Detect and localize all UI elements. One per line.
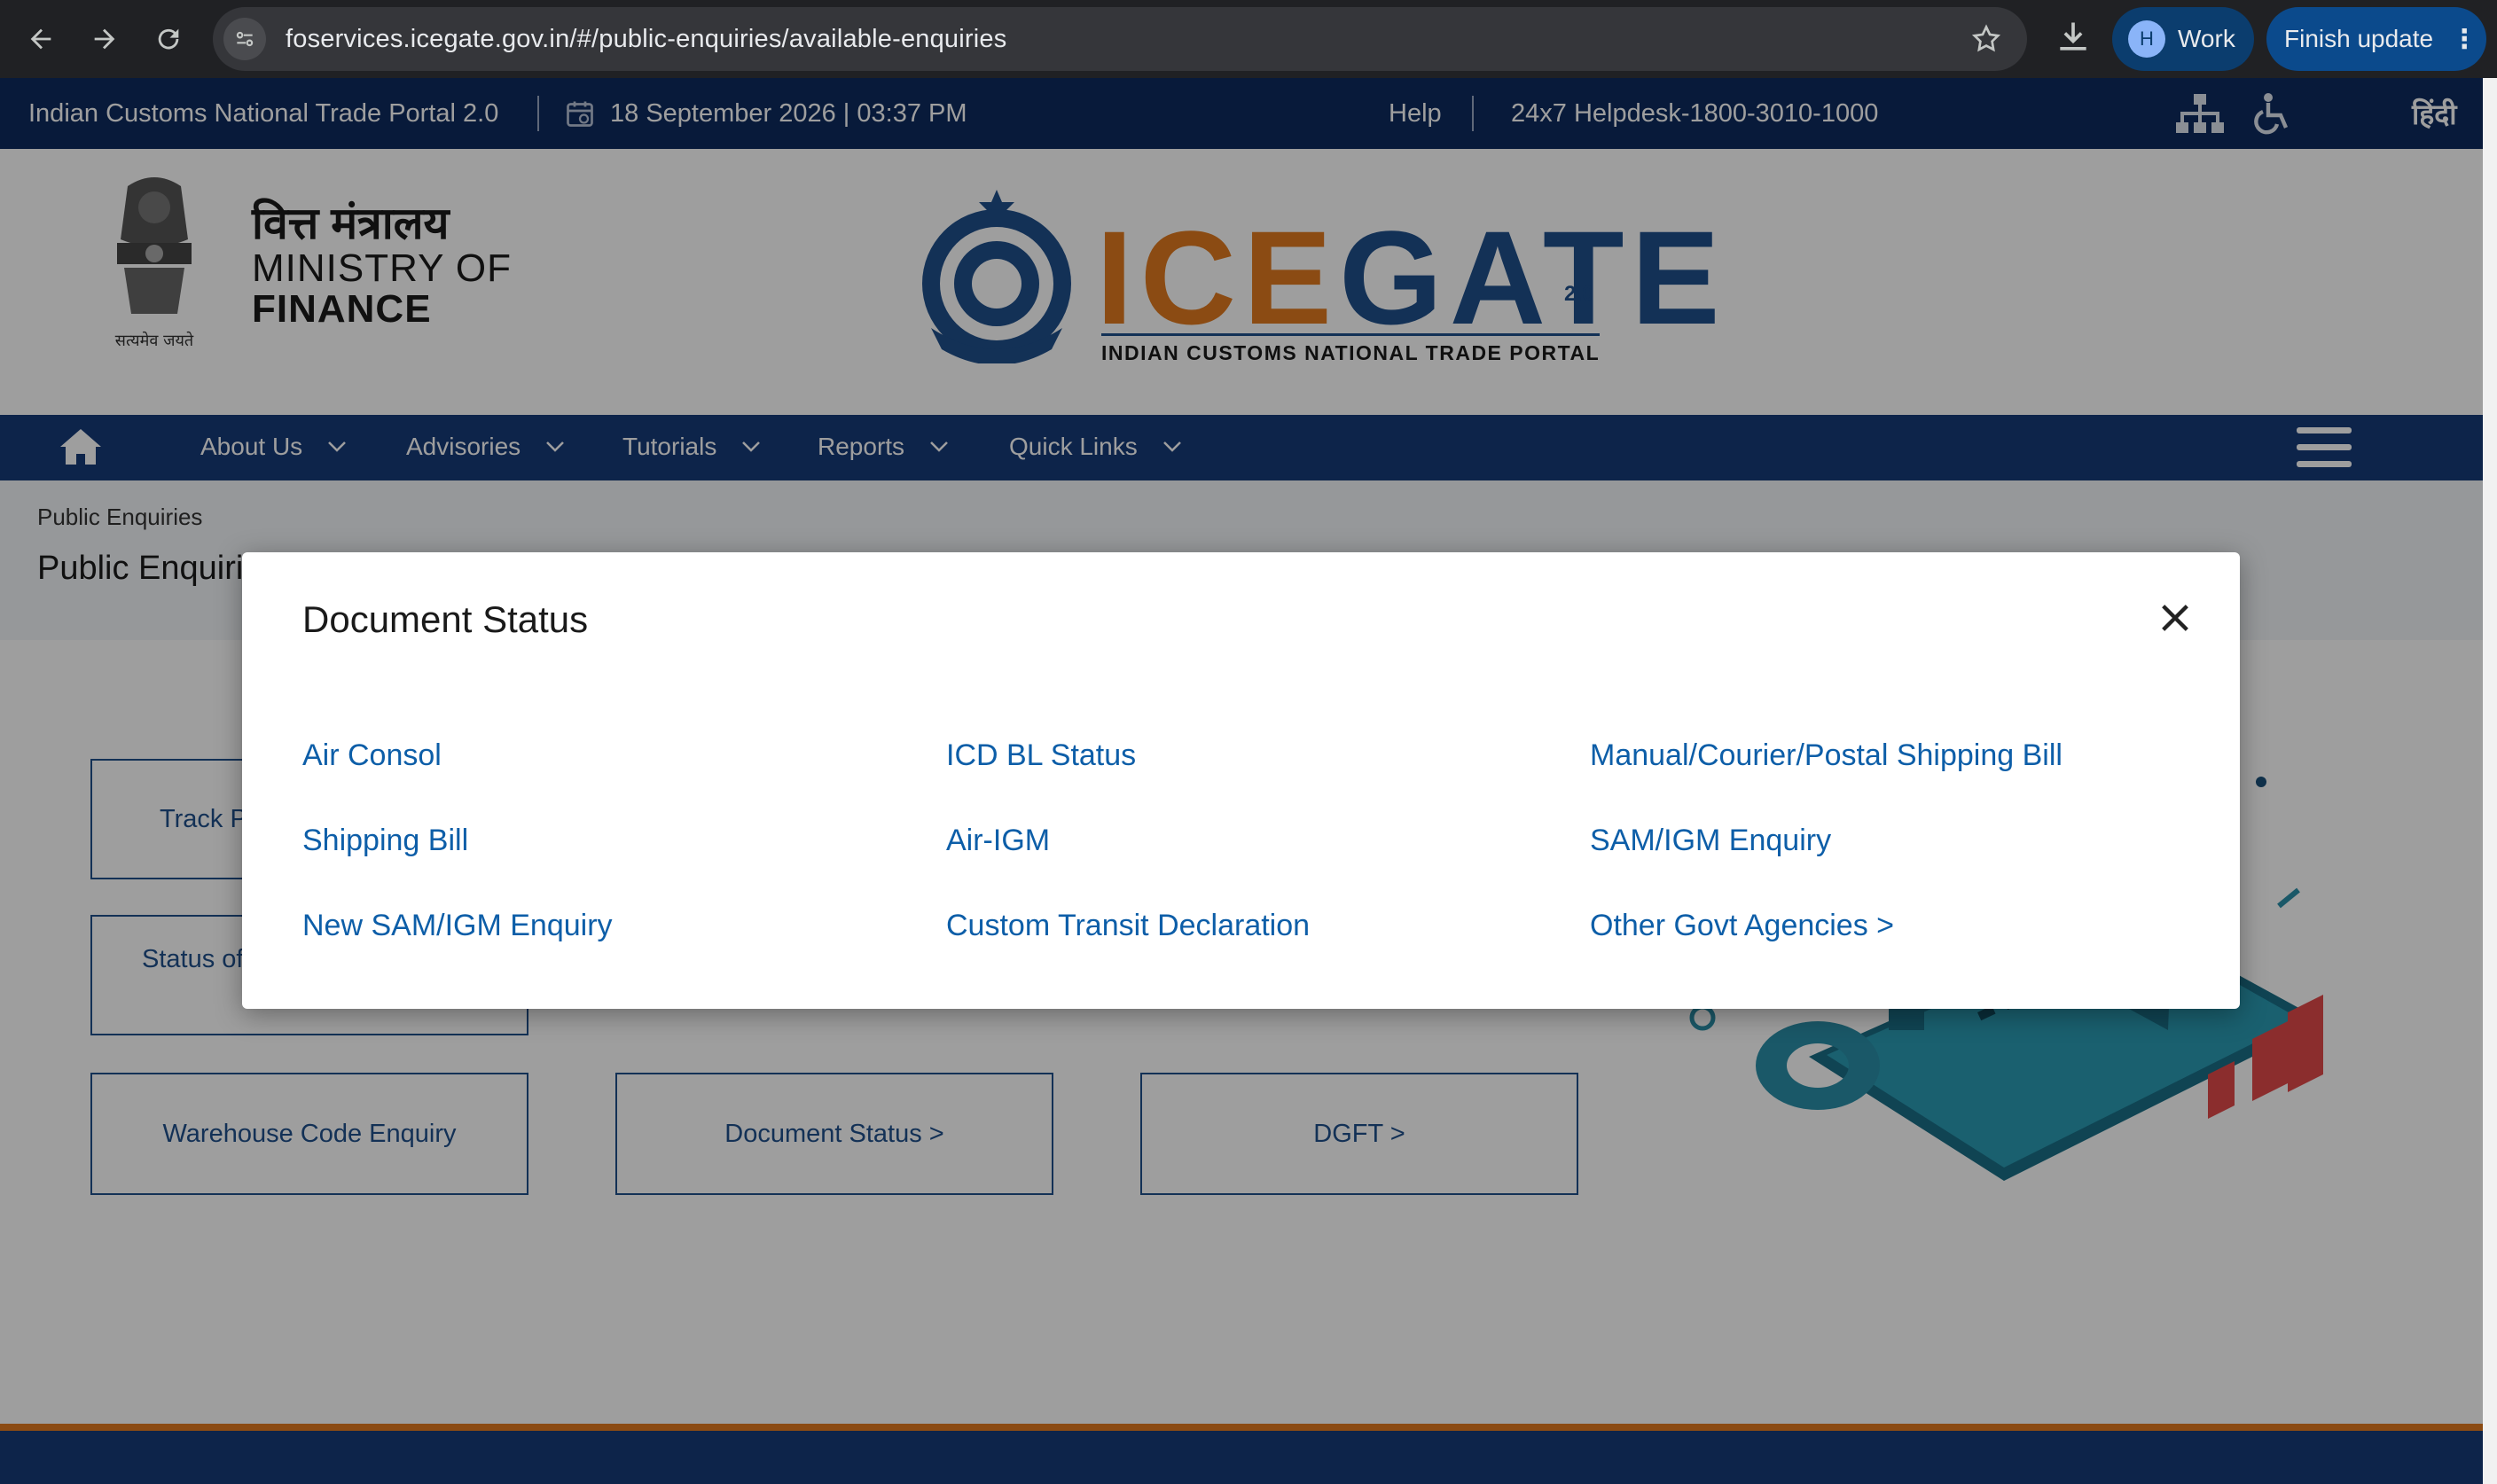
- bookmark-star-icon[interactable]: [1970, 23, 2002, 55]
- close-icon[interactable]: [2157, 600, 2193, 636]
- page-scrollbar[interactable]: [2483, 78, 2497, 1484]
- link-air-consol[interactable]: Air Consol: [302, 738, 442, 773]
- more-menu-icon[interactable]: ⋮: [2451, 24, 2477, 55]
- url-text[interactable]: foservices.icegate.gov.in/#/public-enqui…: [286, 25, 1006, 54]
- profile-label: Work: [2178, 25, 2235, 52]
- site-info-icon[interactable]: [223, 18, 266, 60]
- link-manual-courier-postal-shipping-bill[interactable]: Manual/Courier/Postal Shipping Bill: [1590, 738, 2063, 773]
- finish-update-button[interactable]: Finish update ⋮: [2266, 7, 2486, 71]
- avatar: H: [2128, 20, 2165, 58]
- link-custom-transit-declaration[interactable]: Custom Transit Declaration: [946, 909, 1310, 943]
- link-air-igm[interactable]: Air-IGM: [946, 824, 1050, 858]
- document-status-modal: Document Status Air Consol ICD BL Status…: [242, 552, 2240, 1009]
- modal-title: Document Status: [302, 598, 589, 640]
- address-bar[interactable]: foservices.icegate.gov.in/#/public-enqui…: [213, 7, 2027, 71]
- back-button[interactable]: [9, 7, 73, 71]
- link-icd-bl-status[interactable]: ICD BL Status: [946, 738, 1136, 773]
- forward-button[interactable]: [73, 7, 137, 71]
- forward-arrow-icon: [94, 28, 115, 50]
- link-new-sam-igm-enquiry[interactable]: New SAM/IGM Enquiry: [302, 909, 613, 943]
- link-other-govt-agencies[interactable]: Other Govt Agencies >: [1590, 909, 1894, 943]
- profile-button[interactable]: H Work: [2112, 7, 2254, 71]
- reload-icon: [158, 28, 179, 50]
- back-arrow-icon: [30, 28, 51, 50]
- browser-toolbar: foservices.icegate.gov.in/#/public-enqui…: [0, 0, 2497, 78]
- reload-button[interactable]: [137, 7, 200, 71]
- link-sam-igm-enquiry[interactable]: SAM/IGM Enquiry: [1590, 824, 1831, 858]
- link-shipping-bill[interactable]: Shipping Bill: [302, 824, 468, 858]
- finish-update-label: Finish update: [2284, 25, 2434, 52]
- download-icon[interactable]: [2054, 18, 2093, 57]
